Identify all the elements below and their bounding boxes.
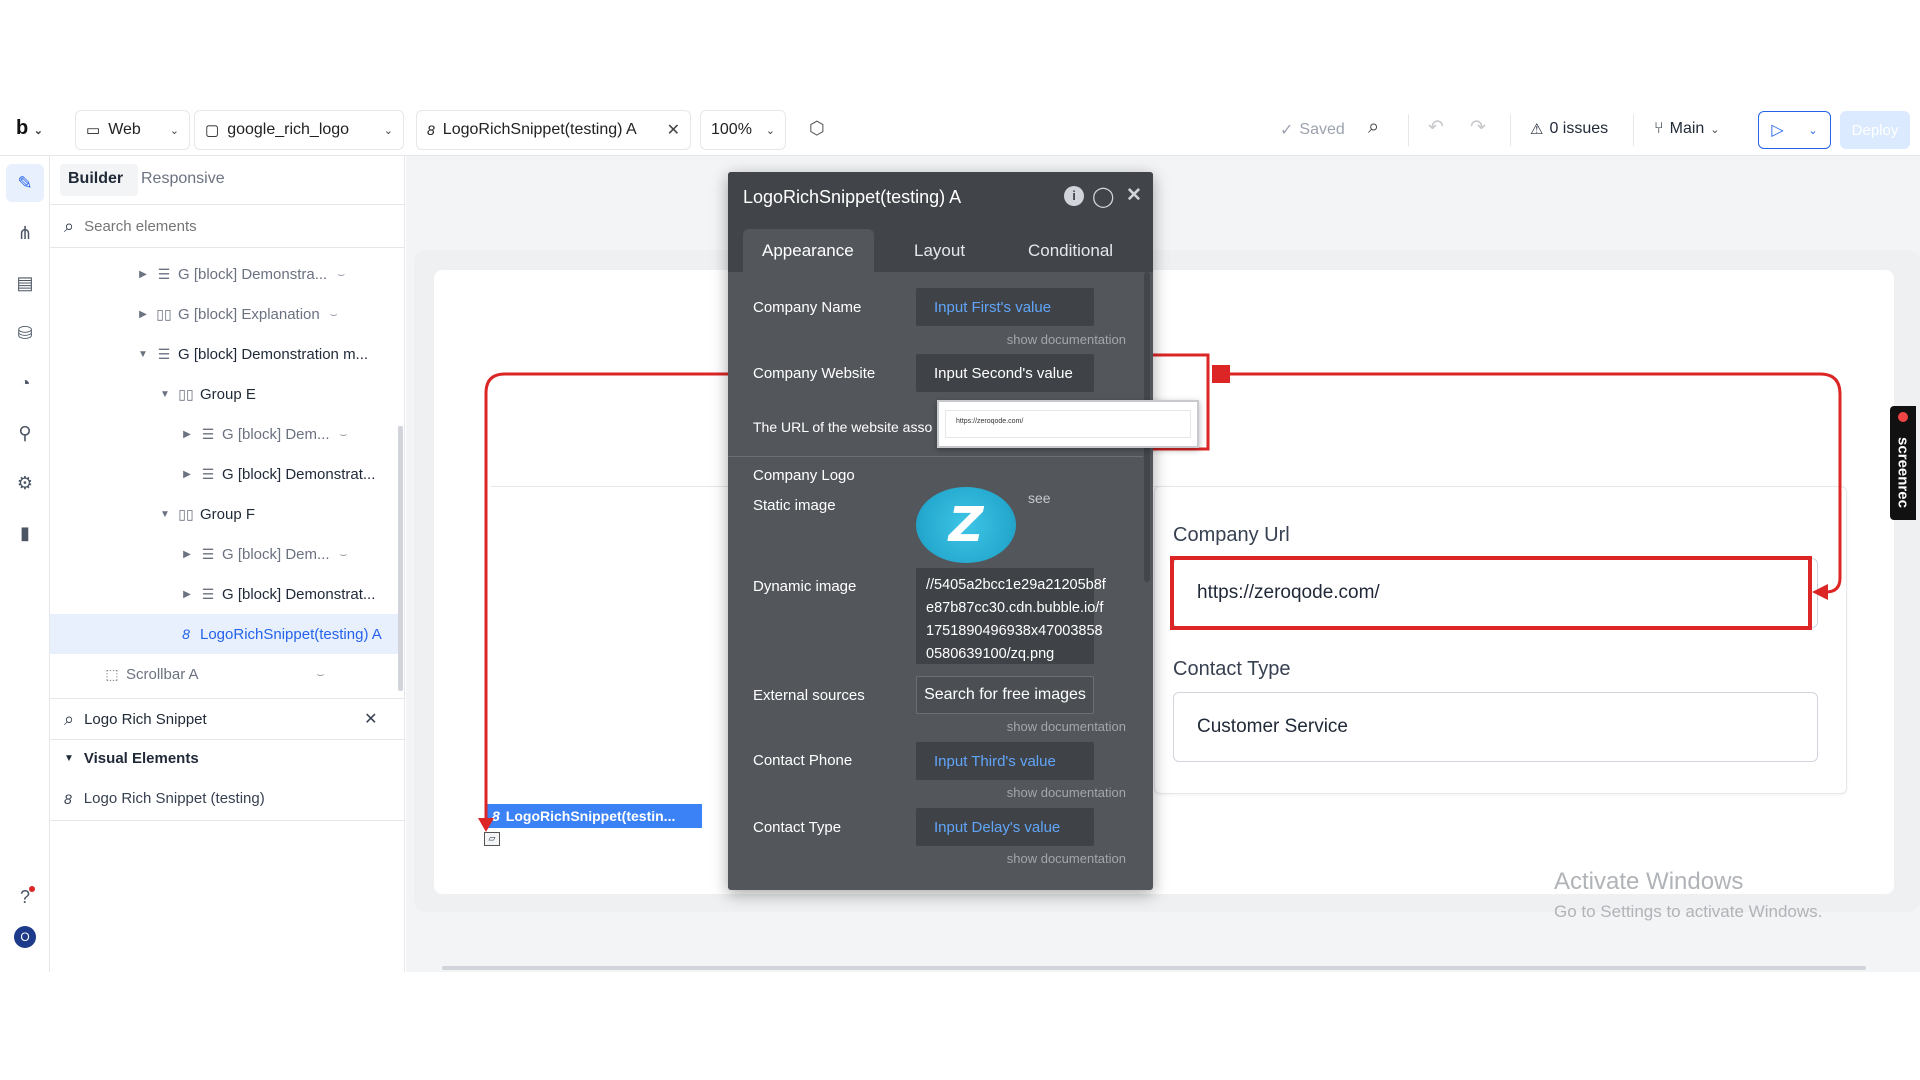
dynamic-image-field[interactable]: //5405a2bcc1e29a21205b8f e87b87cc30.cdn.… (916, 568, 1106, 664)
see-link[interactable]: see (1028, 490, 1051, 506)
contact-type-label: Contact Type (753, 819, 842, 836)
tooltip-url-text: https://zeroqode.com/ (945, 410, 1191, 438)
highlight-company-url (1170, 556, 1812, 630)
show-documentation-link[interactable]: show documentation (1007, 785, 1126, 800)
logo-glyph: Z (948, 497, 984, 553)
divider (728, 456, 1143, 457)
tab-conditional[interactable]: Conditional (1028, 241, 1113, 261)
property-editor[interactable]: LogoRichSnippet(testing) A i ◯ ✕ Appeara… (728, 172, 1199, 890)
show-documentation-link[interactable]: show documentation (1007, 719, 1126, 734)
show-documentation-link[interactable]: show documentation (1007, 851, 1126, 866)
dynamic-image-line: 1751890496938x47003858 (926, 623, 1103, 639)
company-name-field[interactable]: Input First's value (916, 288, 1094, 326)
company-name-label: Company Name (753, 299, 862, 316)
annotation-arrow-left (1812, 584, 1828, 600)
comment-icon[interactable]: ◯ (1092, 184, 1114, 209)
annotation-arrow-down (478, 818, 494, 832)
info-icon[interactable]: i (1064, 186, 1084, 206)
tab-appearance[interactable]: Appearance (762, 241, 854, 261)
url-tooltip: https://zeroqode.com/ (937, 400, 1199, 448)
company-website-label: Company Website (753, 365, 876, 382)
company-website-field[interactable]: Input Second's value (916, 354, 1094, 392)
search-free-images-button[interactable]: Search for free images (916, 676, 1094, 714)
dynamic-image-label: Dynamic image (753, 578, 857, 595)
contact-phone-field[interactable]: Input Third's value (916, 742, 1094, 780)
annotation-line-left (484, 372, 733, 820)
show-documentation-link[interactable]: show documentation (1007, 332, 1126, 347)
tab-layout[interactable]: Layout (914, 241, 965, 261)
contact-type-field[interactable]: Input Delay's value (916, 808, 1094, 846)
static-image-label: Static image (753, 497, 836, 514)
dynamic-image-line: //5405a2bcc1e29a21205b8f (926, 577, 1106, 593)
zeroqode-logo-image[interactable]: Z (916, 487, 1016, 563)
dynamic-image-line: 0580639100/zq.png (926, 646, 1055, 662)
close-icon[interactable]: ✕ (1126, 184, 1142, 207)
bubble-editor: b ⌄ ▭ Web ⌄ ▢ google_rich_logo ⌄ 8 LogoR… (0, 0, 1920, 1080)
company-logo-label: Company Logo (753, 467, 855, 484)
contact-phone-label: Contact Phone (753, 752, 853, 769)
website-description: The URL of the website asso (753, 419, 933, 435)
editor-title: LogoRichSnippet(testing) A (743, 187, 962, 207)
annotation-marker-right (1212, 365, 1230, 383)
external-sources-label: External sources (753, 687, 865, 704)
dynamic-image-line: e87b87cc30.cdn.bubble.io/f (926, 600, 1104, 616)
